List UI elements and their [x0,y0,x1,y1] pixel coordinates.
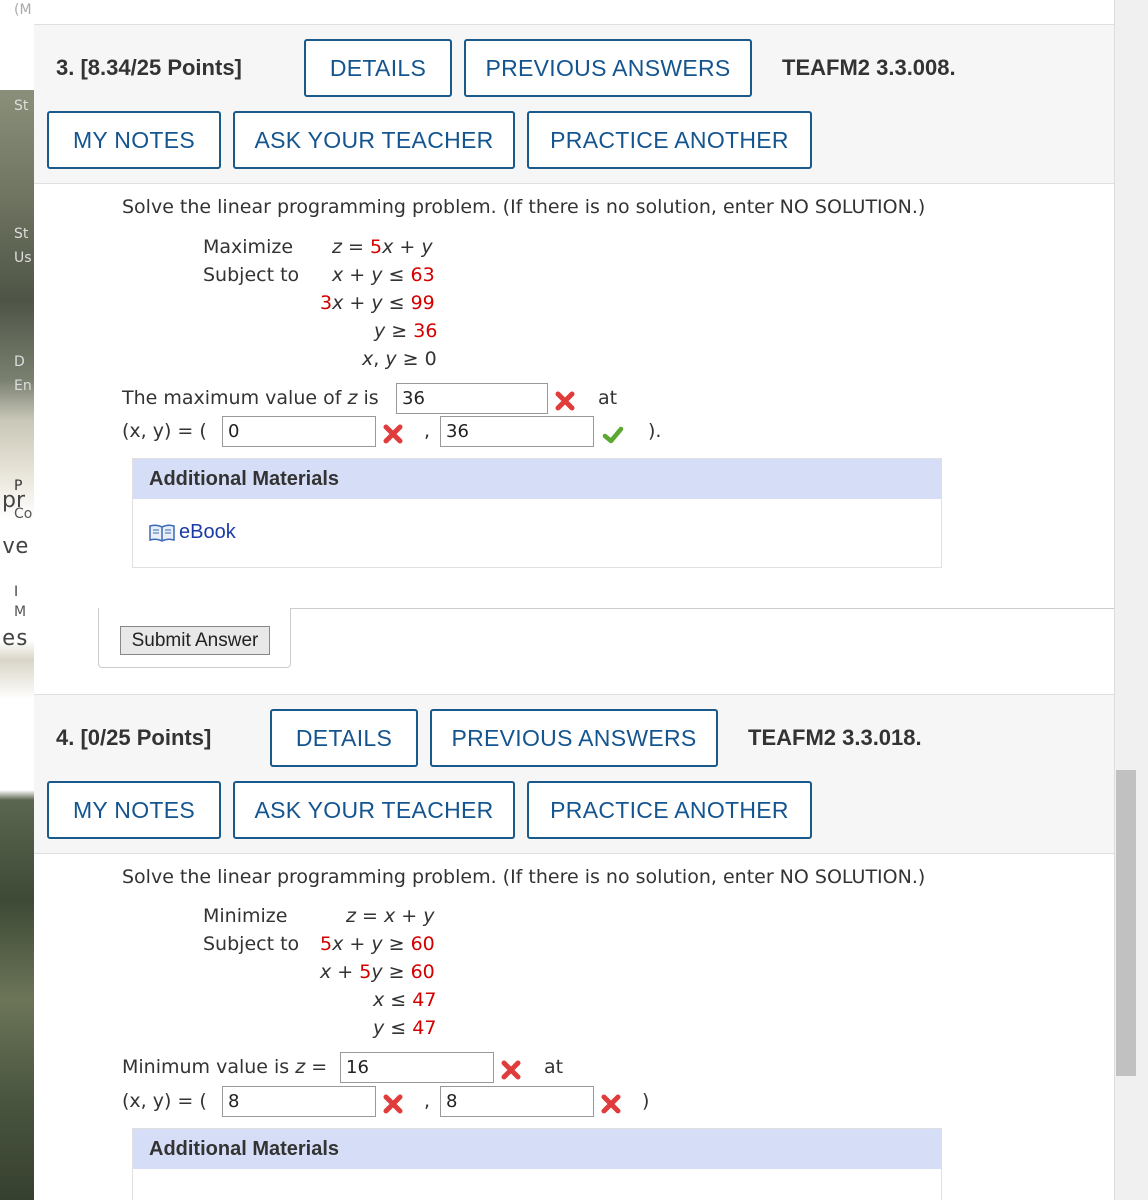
vertical-scrollbar[interactable] [1114,0,1148,1200]
background-text: St [14,226,29,242]
min-value-label: Minimum value is z = [122,1056,328,1078]
book-icon [149,523,175,542]
background-text: En [14,378,32,394]
min-value-input[interactable]: 16 [340,1052,494,1083]
incorrect-x-icon [555,391,575,411]
additional-materials-panel: Additional Materials [132,1128,942,1200]
y-value-input[interactable]: 8 [440,1086,594,1117]
additional-materials-panel: Additional Materials eBook [132,458,942,568]
objective-label: Maximize [203,236,294,258]
max-value-input[interactable]: 36 [396,383,548,414]
correct-check-icon [602,426,624,444]
question-3-code: TEAFM2 3.3.008. [782,55,956,80]
practice-another-button[interactable]: PRACTICE ANOTHER [527,781,812,839]
background-text: St [14,98,29,114]
constraint-3: y ≥ 36 [374,320,438,342]
constraint-2: 3x + y ≤ 99 [320,292,435,314]
additional-materials-heading: Additional Materials [133,459,941,499]
objective-label: Minimize [203,905,288,927]
ask-your-teacher-button[interactable]: ASK YOUR TEACHER [233,781,515,839]
my-notes-button[interactable]: MY NOTES [47,111,221,169]
incorrect-x-icon [383,424,403,444]
x-value-input[interactable]: 8 [222,1086,376,1117]
background-text: D [14,354,25,370]
objective-expression: z = 5x + y [332,236,433,258]
at-label: at [598,387,618,409]
additional-materials-heading: Additional Materials [133,1129,941,1169]
constraint-4: x, y ≥ 0 [362,348,437,370]
xy-label: (x, y) = ( [122,420,207,442]
background-text: (M [14,2,32,18]
background-text: I [14,584,19,600]
objective-expression: z = x + y [346,905,435,927]
divider [290,608,1114,609]
background-text: ve [2,534,29,559]
xy-label: (x, y) = ( [122,1090,207,1112]
my-notes-button[interactable]: MY NOTES [47,781,221,839]
x-value-input[interactable]: 0 [222,416,376,447]
details-button[interactable]: DETAILS [304,39,452,97]
scrollbar-thumb[interactable] [1116,770,1136,1076]
closing-paren: ). [648,420,662,442]
background-text: Co [14,506,33,522]
question-4-prompt: Solve the linear programming problem. (I… [122,866,926,888]
practice-another-button[interactable]: PRACTICE ANOTHER [527,111,812,169]
previous-answers-button[interactable]: PREVIOUS ANSWERS [464,39,752,97]
question-4-header: 4. [0/25 Points] DETAILS PREVIOUS ANSWER… [34,694,1114,854]
y-value-input[interactable]: 36 [440,416,594,447]
constraint-1: x + y ≤ 63 [332,264,435,286]
constraint-2: x + 5y ≥ 60 [320,961,435,983]
comma-separator: , [424,420,431,442]
constraint-1: 5x + y ≥ 60 [320,933,435,955]
ebook-link[interactable]: eBook [149,521,236,544]
background-text: M [14,604,27,620]
incorrect-x-icon [501,1060,521,1080]
incorrect-x-icon [383,1094,403,1114]
question-4-title: 4. [0/25 Points] [56,725,212,750]
background-text: es [2,626,29,651]
question-3-title: 3. [8.34/25 Points] [56,55,242,80]
question-3-header: 3. [8.34/25 Points] DETAILS PREVIOUS ANS… [34,24,1114,184]
ask-your-teacher-button[interactable]: ASK YOUR TEACHER [233,111,515,169]
at-label: at [544,1056,564,1078]
question-4-code: TEAFM2 3.3.018. [748,725,922,750]
details-button[interactable]: DETAILS [270,709,418,767]
incorrect-x-icon [601,1094,621,1114]
background-text: Us [14,250,32,266]
ebook-label: eBook [179,521,236,543]
subject-to-label: Subject to [203,264,300,286]
subject-to-label: Subject to [203,933,300,955]
comma-separator: , [424,1090,431,1112]
submit-answer-button[interactable]: Submit Answer [120,626,270,655]
constraint-3: x ≤ 47 [373,989,437,1011]
max-value-label: The maximum value of z is [122,387,379,409]
question-3-prompt: Solve the linear programming problem. (I… [122,196,926,218]
constraint-4: y ≤ 47 [373,1017,437,1039]
background-window-strip [0,0,34,1200]
previous-answers-button[interactable]: PREVIOUS ANSWERS [430,709,718,767]
closing-paren: ) [642,1090,650,1112]
